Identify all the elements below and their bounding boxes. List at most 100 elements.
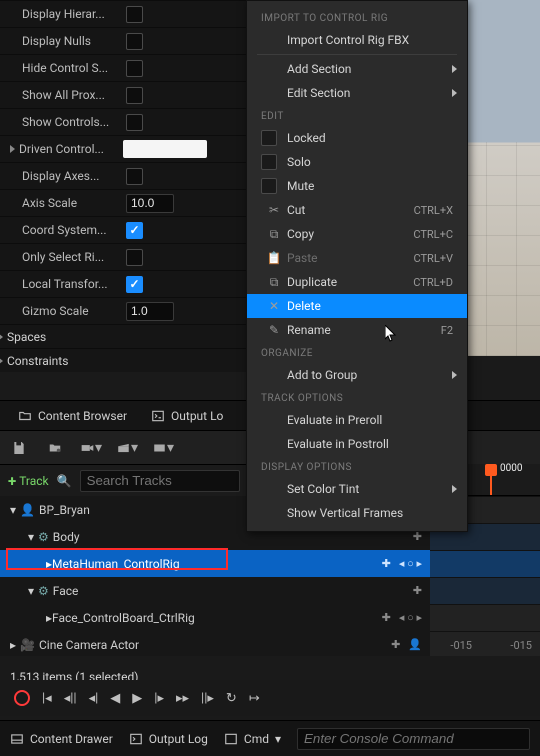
expand-icon[interactable] [0,333,3,341]
cut-icon: ✂ [261,203,287,217]
menu-locked[interactable]: Locked [247,126,467,150]
step-fwd-icon[interactable]: ▸▸ [176,691,189,706]
menu-label: Solo [287,155,453,169]
tab-output-log[interactable]: Output Lo [139,401,235,431]
browse-icon[interactable] [44,437,66,459]
checkbox[interactable] [126,249,143,266]
menu-set-color-tint[interactable]: Set Color Tint [247,477,467,501]
menu-label: Add Section [287,62,453,76]
section-title: Spaces [7,330,46,344]
search-icon: 🔍 [57,474,72,488]
menu-add-section[interactable]: Add Section [247,57,467,81]
content-drawer-button[interactable]: Content Drawer [10,732,113,746]
menu-label: Duplicate [287,275,413,289]
go-end-icon[interactable]: ||▸ [201,691,214,706]
add-icon[interactable]: ✚ [382,611,391,624]
record-button[interactable] [14,690,30,706]
add-icon[interactable]: ✚ [382,557,391,570]
track-row[interactable]: ▸ 🎥Cine Camera Actor✚👤 [0,631,430,658]
axis-scale-input[interactable] [126,194,174,213]
add-track-button[interactable]: +Track [8,472,49,490]
expand-icon[interactable] [10,145,15,153]
step-back-icon[interactable]: ◂|| [64,691,77,706]
action-icon[interactable]: ▾ [152,437,174,459]
go-start-icon[interactable]: |◂ [42,691,52,706]
menu-edit-section[interactable]: Edit Section [247,81,467,105]
user-icon[interactable]: 👤 [408,638,422,651]
menu-label: Copy [287,227,413,241]
checkbox[interactable] [126,87,143,104]
menu-copy[interactable]: ⧉CopyCTRL+C [247,222,467,246]
menu-eval-preroll[interactable]: Evaluate in Preroll [247,408,467,432]
menu-rename[interactable]: ✎RenameF2 [247,318,467,342]
prop-label: Axis Scale [22,196,118,210]
tab-content-browser[interactable]: Content Browser [6,401,139,431]
cmd-dropdown[interactable]: Cmd ▾ [224,732,281,746]
color-well[interactable] [123,140,207,158]
frame-fwd-icon[interactable]: |▸ [154,691,164,706]
chevron-down-icon: ▾ [275,732,281,746]
menu-label: Mute [287,179,453,193]
loop-icon[interactable]: ↻ [226,691,237,706]
output-log-button[interactable]: Output Log [129,732,208,746]
add-track-label: Track [19,474,48,488]
menu-label: Locked [287,131,453,145]
copy-icon: ⧉ [261,227,287,242]
folder-icon [18,409,32,423]
prop-label: Show Controls... [22,115,118,129]
menu-import-fbx[interactable]: Import Control Rig FBX [247,28,467,52]
camera-icon[interactable]: ▾ [80,437,102,459]
shortcut: CTRL+X [414,204,453,217]
play-reverse-icon[interactable]: ◀ [110,691,120,706]
menu-delete[interactable]: ✕Delete [247,294,467,318]
menu-cut[interactable]: ✂CutCTRL+X [247,198,467,222]
expand-icon[interactable] [0,357,3,365]
checkbox[interactable] [126,168,143,185]
menu-label: Cut [287,203,414,217]
add-icon[interactable]: ✚ [391,638,400,651]
clapper-icon[interactable]: ▾ [116,437,138,459]
track-row[interactable]: ▸ Face_ControlBoard_CtrlRig✚◂ ○ ▸ [0,604,430,631]
play-icon[interactable]: ▶ [132,691,142,706]
save-icon[interactable] [8,437,30,459]
track-row-selected[interactable]: ▸ MetaHuman_ControlRig✚◂ ○ ▸ [0,550,430,577]
playhead[interactable]: 0000 [490,464,492,495]
tab-label: Content Browser [38,409,127,423]
nav-icons[interactable]: ◂ ○ ▸ [399,557,422,570]
delete-icon: ✕ [261,299,287,313]
status-label: Cmd [244,732,269,746]
prop-label: Driven Control... [19,142,115,156]
menu-label: Paste [287,251,413,265]
track-label: MetaHuman_ControlRig [52,557,180,571]
terminal-icon [151,409,165,423]
menu-label: Evaluate in Postroll [287,437,453,451]
checkbox[interactable] [126,6,143,23]
checkbox[interactable] [126,60,143,77]
menu-add-to-group[interactable]: Add to Group [247,363,467,387]
track-label: Face_ControlBoard_CtrlRig [52,611,195,625]
checkbox[interactable] [126,276,143,293]
shortcut: CTRL+V [413,252,453,265]
track-label: Body [53,530,80,544]
frame-back-icon[interactable]: ◂| [89,691,99,706]
checkbox[interactable] [126,114,143,131]
console-input[interactable] [297,728,530,750]
menu-solo[interactable]: Solo [247,150,467,174]
menu-eval-postroll[interactable]: Evaluate in Postroll [247,432,467,456]
add-icon[interactable]: ✚ [413,584,422,597]
time-end: -015 [510,639,532,652]
checkbox[interactable] [126,33,143,50]
menu-duplicate[interactable]: ⧉DuplicateCTRL+D [247,270,467,294]
menu-mute[interactable]: Mute [247,174,467,198]
gizmo-scale-input[interactable] [126,302,174,321]
nav-icons[interactable]: ◂ ○ ▸ [399,611,422,624]
prop-label: Only Select Ri... [22,250,118,264]
menu-header: ORGANIZE [247,342,467,363]
search-input[interactable] [80,470,240,492]
menu-show-vertical-frames[interactable]: Show Vertical Frames [247,501,467,525]
prop-label: Display Hierar... [22,7,118,21]
menu-label: Show Vertical Frames [287,506,453,520]
range-icon[interactable]: ↦ [249,691,260,706]
track-row[interactable]: ▾ ⚙Face✚ [0,577,430,604]
checkbox[interactable] [126,222,143,239]
